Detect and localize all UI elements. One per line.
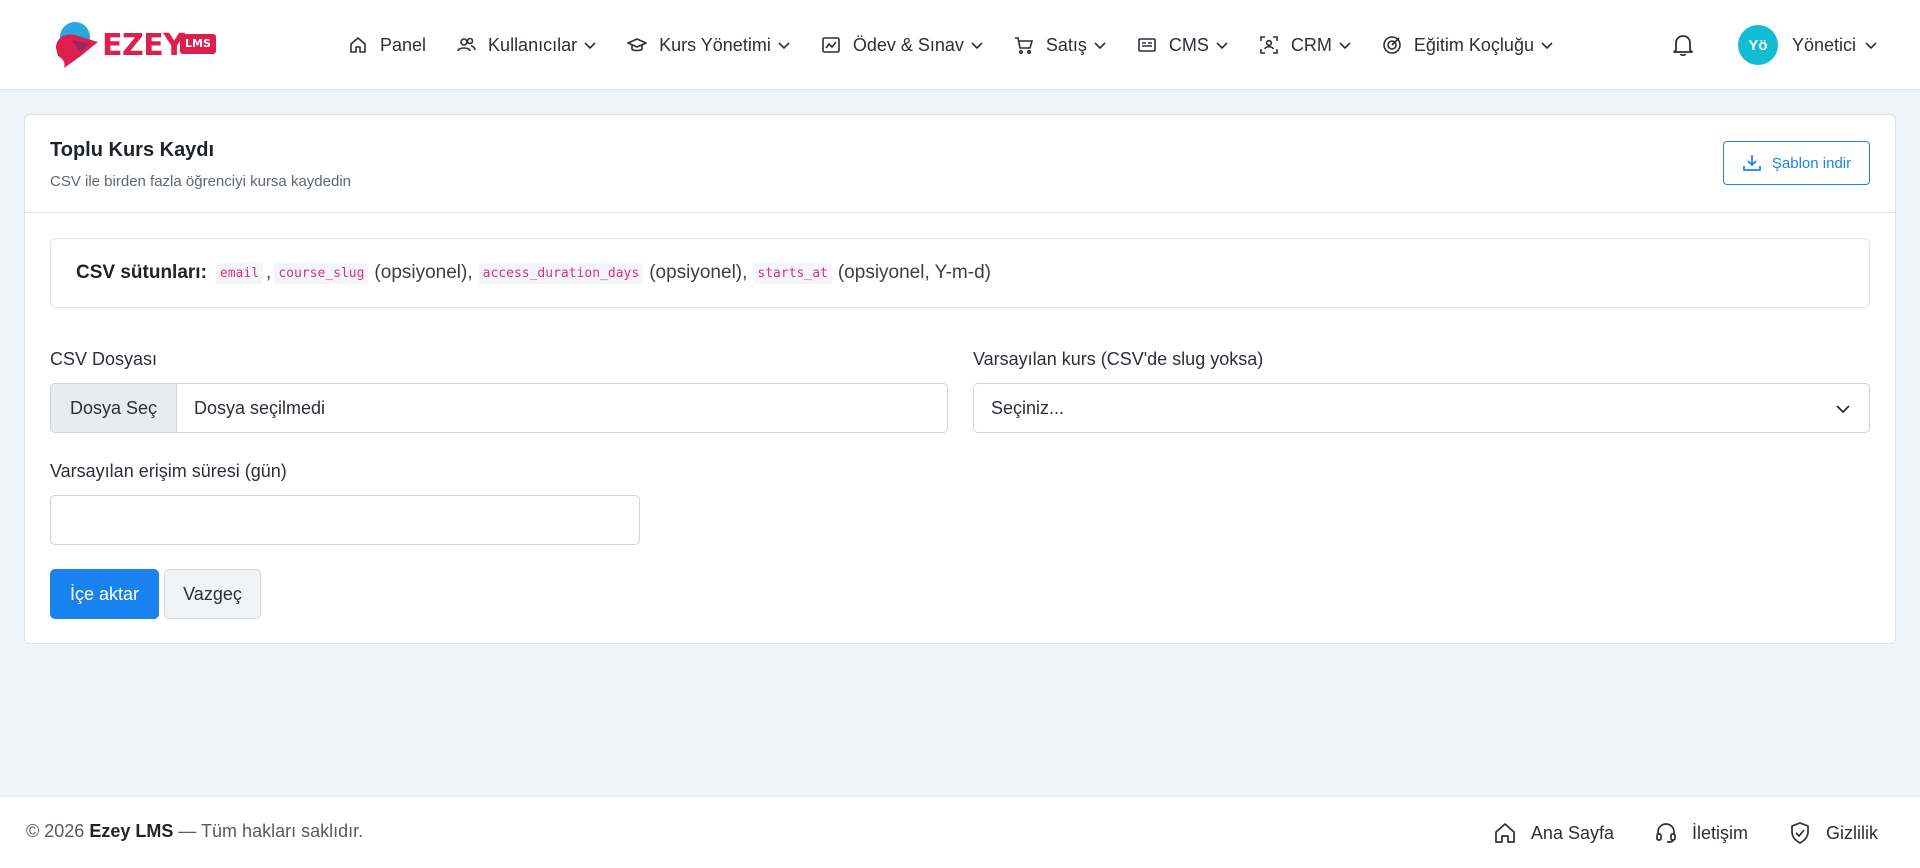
brand-name: EZEY [102, 28, 185, 63]
csv-file-label: CSV Dosyası [50, 349, 158, 369]
nav-item-label: Kullanıcılar [488, 34, 578, 55]
nav-item-users[interactable]: Kullanıcılar [456, 0, 597, 90]
csv-column-note: (opsiyonel), [649, 262, 748, 283]
top-navbar: EZEY LMS Panel Kullanıcılar Kurs Yönetim… [0, 0, 1920, 90]
csv-column-note: (opsiyonel, Y-m-d) [837, 262, 991, 283]
copyright-brand: Ezey LMS [89, 821, 174, 841]
page-title: Toplu Kurs Kaydı [50, 139, 215, 161]
user-area: Yö Yönetici [1670, 0, 1878, 90]
file-status: Dosya seçilmedi [194, 397, 326, 418]
page-subtitle: CSV ile birden fazla öğrenciyi kursa kay… [50, 173, 351, 190]
headset-icon [1654, 821, 1678, 845]
csv-column-course-slug: course_slug [274, 262, 369, 284]
nav-item-cms[interactable]: CMS [1137, 0, 1229, 90]
target-icon [1382, 35, 1402, 55]
user-menu[interactable]: Yönetici [1792, 35, 1878, 56]
footer-link-privacy[interactable]: Gizlilik [1788, 821, 1878, 845]
chevron-down-icon [1215, 38, 1229, 52]
chevron-down-icon [1338, 38, 1352, 52]
csv-column-starts-at: starts_at [753, 262, 832, 284]
footer-link-label: Gizlilik [1826, 822, 1878, 843]
footer-links: Ana Sayfa İletişim Gizlilik [1453, 797, 1878, 868]
csv-separator: , [266, 262, 272, 283]
home-icon [1493, 821, 1517, 845]
newspaper-icon [1137, 35, 1157, 55]
home-icon [348, 35, 368, 55]
nav-item-coaching[interactable]: Eğitim Koçluğu [1382, 0, 1554, 90]
nav-item-assignments[interactable]: Ödev & Sınav [821, 0, 984, 90]
card-header: Toplu Kurs Kaydı CSV ile birden fazla öğ… [25, 115, 1895, 213]
chevron-down-icon [970, 38, 984, 52]
cancel-button[interactable]: Vazgeç [164, 569, 261, 619]
access-duration-label: Varsayılan erişim süresi (gün) [50, 461, 287, 481]
nav-item-label: Ödev & Sınav [852, 34, 964, 55]
copyright: © 2026 Ezey LMS — Tüm hakları saklıdır. [26, 821, 363, 842]
choose-file-button[interactable]: Dosya Seç [51, 384, 177, 432]
user-name: Yönetici [1791, 34, 1856, 55]
nav-item-label: Panel [380, 34, 427, 55]
csv-column-access-duration: access_duration_days [478, 262, 644, 284]
import-button[interactable]: İçe aktar [50, 569, 159, 619]
graduation-cap-icon [627, 35, 647, 55]
copyright-prefix: © 2026 [26, 821, 85, 841]
nav-item-label: CMS [1168, 34, 1209, 55]
chevron-down-icon [1540, 38, 1554, 52]
csv-file-input[interactable]: Dosya Seç Dosya seçilmedi [50, 383, 948, 433]
footer-link-contact[interactable]: İletişim [1654, 821, 1748, 845]
nav-item-label: Kurs Yönetimi [659, 34, 771, 55]
brand-logo[interactable]: EZEY LMS [50, 18, 230, 72]
main-nav: Panel Kullanıcılar Kurs Yönetimi Ödev & … [348, 0, 1584, 90]
access-duration-input[interactable] [50, 495, 640, 545]
cart-icon [1014, 35, 1034, 55]
chevron-down-icon [1864, 38, 1878, 52]
nav-item-panel[interactable]: Panel [348, 0, 426, 90]
chart-board-icon [821, 35, 841, 55]
users-icon [456, 35, 476, 55]
chevron-down-icon [583, 38, 597, 52]
logo-mark-icon [56, 22, 98, 68]
bell-icon[interactable] [1670, 32, 1696, 58]
footer-link-label: Ana Sayfa [1530, 822, 1614, 843]
csv-column-note: (opsiyonel), [374, 262, 473, 283]
download-icon [1742, 153, 1762, 173]
nav-item-label: Eğitim Koçluğu [1413, 34, 1534, 55]
footer-link-label: İletişim [1691, 822, 1748, 843]
shield-check-icon [1788, 821, 1812, 845]
csv-columns-label: CSV sütunları: [76, 262, 207, 283]
default-course-select[interactable]: Seçiniz... [973, 383, 1870, 433]
nav-item-label: Satış [1045, 34, 1087, 55]
chevron-down-icon [777, 38, 791, 52]
csv-columns-info: CSV sütunları: email , course_slug (opsi… [50, 238, 1870, 308]
chevron-down-icon [1093, 38, 1107, 52]
default-course-value: Seçiniz... [991, 397, 1065, 418]
nav-item-course-management[interactable]: Kurs Yönetimi [627, 0, 791, 90]
user-focus-icon [1259, 35, 1279, 55]
chevron-down-icon [1835, 401, 1851, 417]
footer-link-home[interactable]: Ana Sayfa [1493, 821, 1614, 845]
bulk-enrollment-card: Toplu Kurs Kaydı CSV ile birden fazla öğ… [24, 114, 1896, 644]
avatar[interactable]: Yö [1737, 25, 1778, 65]
nav-item-sales[interactable]: Satış [1014, 0, 1107, 90]
csv-column-email: email [215, 262, 264, 284]
default-course-label: Varsayılan kurs (CSV'de slug yoksa) [973, 349, 1264, 369]
footer: © 2026 Ezey LMS — Tüm hakları saklıdır. … [0, 796, 1920, 868]
download-template-button[interactable]: Şablon indir [1723, 141, 1870, 185]
nav-item-label: CRM [1290, 34, 1332, 55]
nav-item-crm[interactable]: CRM [1259, 0, 1352, 90]
copyright-suffix: — Tüm hakları saklıdır. [178, 821, 364, 841]
download-template-label: Şablon indir [1771, 154, 1852, 172]
brand-badge: LMS [180, 34, 216, 54]
